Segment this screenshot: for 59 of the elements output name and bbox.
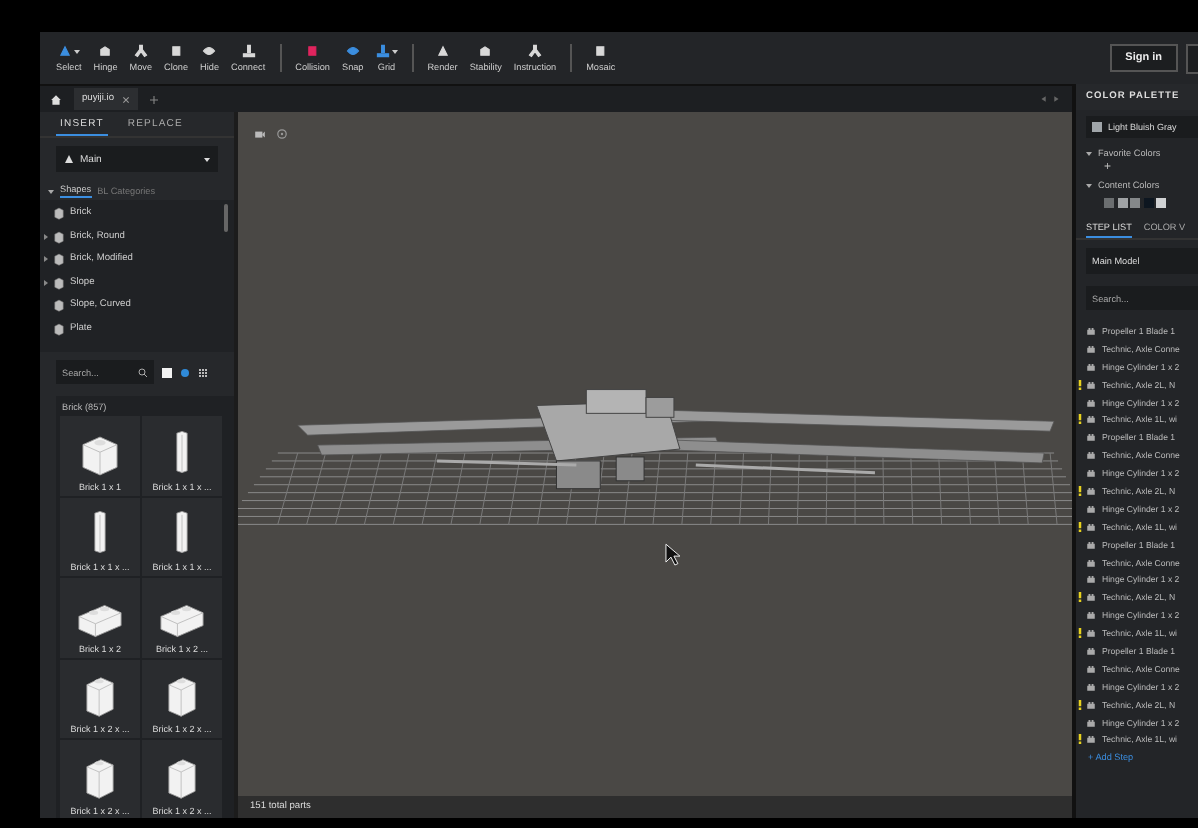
brick-icon xyxy=(1086,468,1096,479)
brick-icon xyxy=(160,603,204,637)
caret-icon[interactable] xyxy=(1086,151,1092,155)
scrollbar xyxy=(224,204,228,232)
grid-view-icon[interactable] xyxy=(198,367,208,377)
color-swatch[interactable] xyxy=(1156,198,1166,208)
close-icon[interactable] xyxy=(122,95,130,103)
brick-icon xyxy=(1086,734,1096,745)
brick-icon xyxy=(1086,485,1096,496)
circle-icon[interactable] xyxy=(276,128,288,140)
cursor-icon xyxy=(665,543,681,566)
panel-arrows-icon[interactable] xyxy=(1040,94,1060,104)
pyramid-icon xyxy=(64,154,74,164)
color-swatch[interactable] xyxy=(1143,198,1153,208)
brick-icon xyxy=(1086,414,1096,425)
brick-icon xyxy=(86,676,114,718)
expand-caret-icon[interactable] xyxy=(44,233,48,240)
brick-icon xyxy=(1086,343,1096,354)
caret-icon[interactable] xyxy=(48,189,54,193)
brick-icon xyxy=(82,435,118,475)
caret-icon[interactable] xyxy=(1086,183,1092,187)
brick-icon xyxy=(1086,539,1096,550)
brick-icon xyxy=(1086,397,1096,407)
brick-icon xyxy=(78,603,122,637)
brick-icon xyxy=(1086,361,1096,372)
color-swatch[interactable] xyxy=(1130,198,1140,208)
brick-icon xyxy=(1086,557,1096,568)
color-swatch[interactable] xyxy=(1104,198,1114,208)
brick-icon xyxy=(176,427,188,475)
expand-caret-icon[interactable] xyxy=(44,279,48,286)
brick-icon xyxy=(1086,503,1096,514)
brick-icon xyxy=(1086,574,1096,585)
brick-icon xyxy=(1086,521,1096,532)
brick-icon xyxy=(1086,699,1096,710)
brick-icon xyxy=(1086,432,1096,443)
add-tab-icon[interactable] xyxy=(150,95,158,103)
brick-icon xyxy=(1086,663,1096,674)
home-icon[interactable] xyxy=(50,93,62,105)
brick-icon xyxy=(1086,610,1096,621)
brick-icon xyxy=(1086,379,1096,390)
brick-icon xyxy=(1086,645,1096,656)
brick-icon xyxy=(1086,450,1096,461)
brick-icon xyxy=(1086,681,1096,692)
search-icon xyxy=(138,367,148,377)
brick-icon xyxy=(168,676,196,718)
color-swatch[interactable] xyxy=(1117,198,1127,208)
brick-icon xyxy=(168,757,196,799)
sphere-view-icon[interactable] xyxy=(180,367,190,377)
caret-icon xyxy=(204,157,210,161)
brick-icon xyxy=(86,757,114,799)
square-view-icon[interactable] xyxy=(162,367,172,377)
brick-icon xyxy=(1086,325,1096,336)
brick-icon xyxy=(1086,592,1096,603)
brick-icon xyxy=(94,508,106,556)
brick-icon xyxy=(1086,717,1096,728)
brick-icon xyxy=(176,508,188,556)
expand-caret-icon[interactable] xyxy=(44,256,48,263)
camera-icon[interactable] xyxy=(254,128,266,140)
brick-icon xyxy=(1086,628,1096,639)
